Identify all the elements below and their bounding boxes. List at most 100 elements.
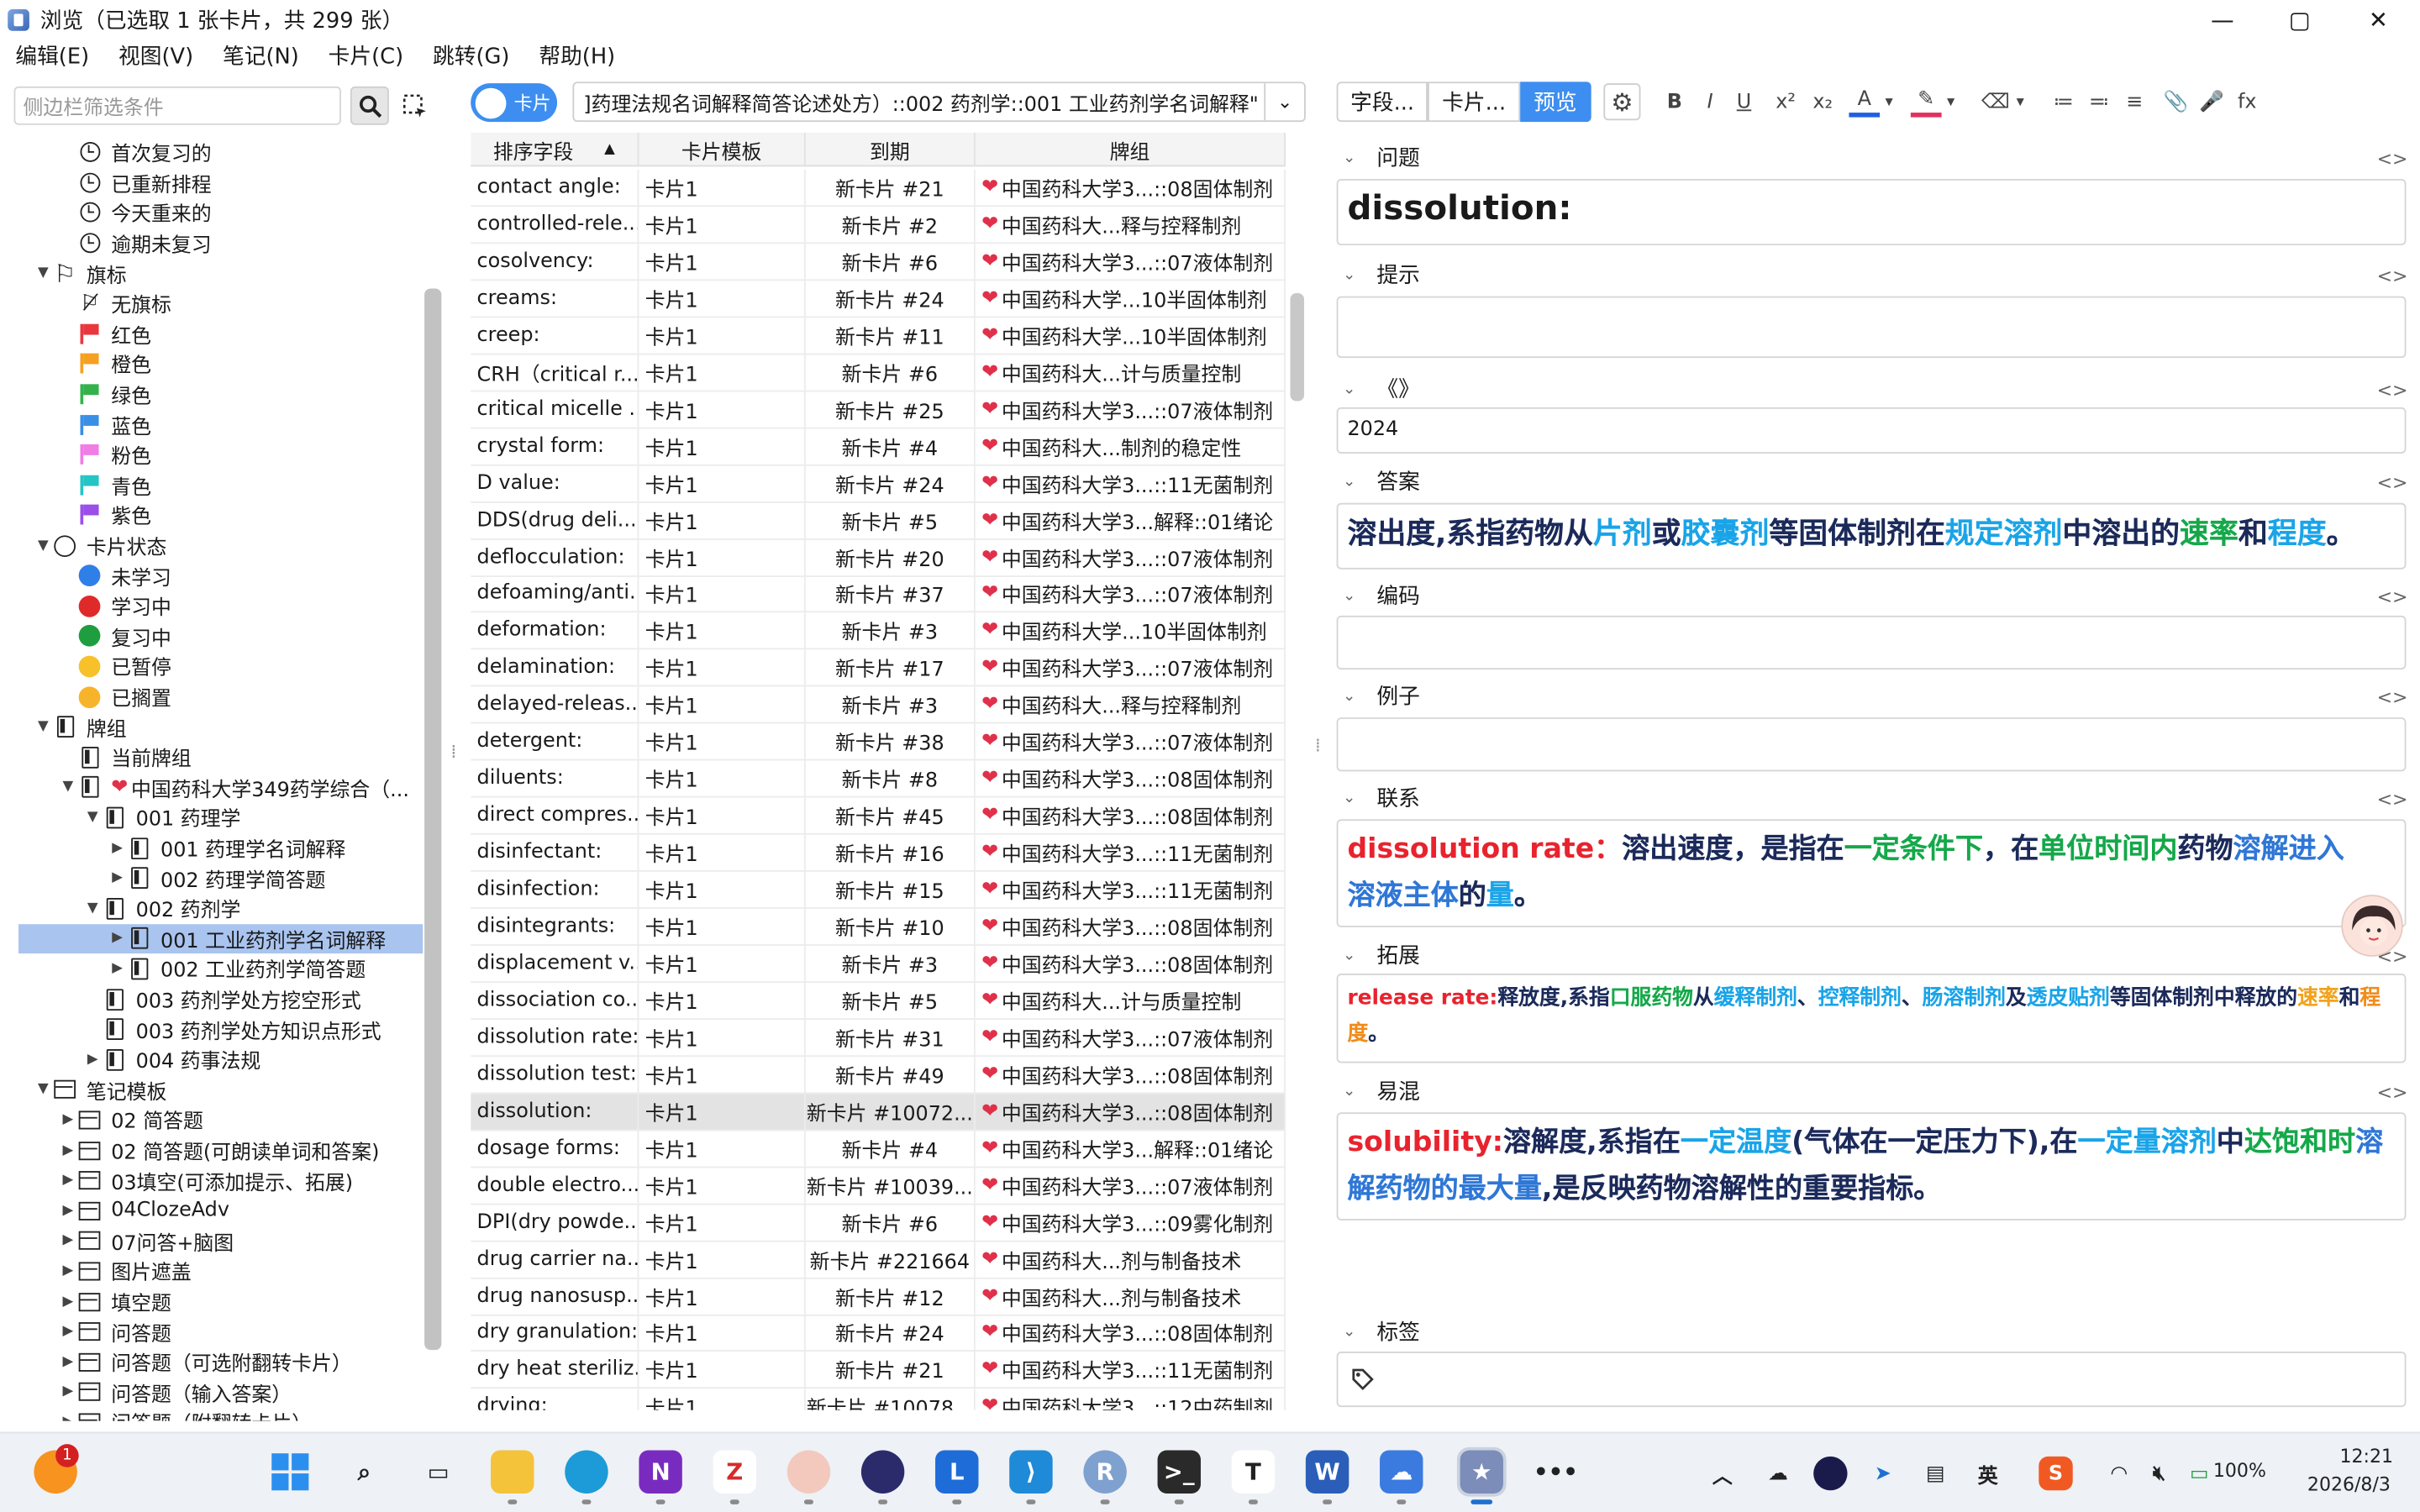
field-label-hint[interactable]: ⌄ 提示 bbox=[1343, 260, 1420, 291]
table-row[interactable]: DPI(dry powde... 卡片1 新卡片 #6 ❤ 中国药科大学3...::09… bbox=[471, 1203, 1286, 1242]
cards-notes-toggle[interactable]: 卡片 bbox=[471, 83, 558, 123]
html-toggle-icon[interactable]: <> bbox=[2377, 1082, 2408, 1104]
underline-icon[interactable]: U bbox=[1728, 87, 1760, 118]
field-label-answer[interactable]: ⌄ 答案 bbox=[1343, 466, 1420, 497]
clock-date[interactable]: 2026/8/3 bbox=[2307, 1473, 2391, 1495]
collapse-arrow-icon[interactable]: ▼ bbox=[83, 900, 102, 916]
collapse-arrow-icon[interactable]: ▼ bbox=[34, 719, 52, 734]
wifi-icon[interactable]: ◠ bbox=[2102, 1457, 2136, 1490]
table-row[interactable]: dry granulation: 卡片1 新卡片 #24 ❤ 中国药科大学3...::0… bbox=[471, 1314, 1286, 1352]
sidebar-item[interactable]: ▶ 填空题 bbox=[18, 1286, 423, 1316]
sidebar-item[interactable]: ▶ 07问答+脑图 bbox=[18, 1226, 423, 1256]
eraser-icon[interactable]: ⌫ bbox=[1981, 87, 2012, 118]
sidebar-item[interactable]: ▼ ⚐ 旗标 bbox=[18, 258, 423, 288]
table-row[interactable]: deflocculation: 卡片1 新卡片 #20 ❤ 中国药科大学3...::07… bbox=[471, 538, 1286, 577]
source-text[interactable]: 2024 bbox=[1338, 409, 2404, 451]
sidebar-item[interactable]: ▶ 004 药事法规 bbox=[18, 1044, 423, 1074]
expand-arrow-icon[interactable]: ▶ bbox=[83, 1052, 102, 1067]
attachment-icon[interactable]: 📎 bbox=[2160, 87, 2191, 118]
typora-icon[interactable]: T bbox=[1231, 1450, 1276, 1494]
sidebar-item[interactable]: ▶ 002 工业药剂学简答题 bbox=[18, 953, 423, 984]
sidebar-item[interactable]: 当前牌组 bbox=[18, 742, 423, 772]
vscode-icon[interactable]: ⟩ bbox=[1009, 1450, 1053, 1494]
expand-arrow-icon[interactable]: ▶ bbox=[59, 1233, 77, 1248]
expand-arrow-icon[interactable]: ▶ bbox=[59, 1142, 77, 1158]
sidebar-item[interactable]: ▶ 问答题（附翻转卡片） bbox=[18, 1407, 423, 1421]
table-row[interactable]: deformation: 卡片1 新卡片 #3 ❤ 中国药科大学...10半固体制剂 bbox=[471, 612, 1286, 650]
sidebar-item[interactable]: 复习中 bbox=[18, 621, 423, 651]
table-row[interactable]: disinfectant: 卡片1 新卡片 #16 ❤ 中国药科大学3...::11无菌… bbox=[471, 833, 1286, 872]
sidebar-item[interactable]: 已重新排程 bbox=[18, 167, 423, 197]
clipboard-icon[interactable]: ▤ bbox=[1918, 1457, 1952, 1490]
expand-arrow-icon[interactable]: ▶ bbox=[59, 1354, 77, 1369]
settings-gear-icon[interactable]: ⚙ bbox=[1603, 83, 1641, 121]
table-row[interactable]: D value: 卡片1 新卡片 #24 ❤ 中国药科大学3...::11无菌制剂 bbox=[471, 465, 1286, 503]
html-toggle-icon[interactable]: <> bbox=[2377, 380, 2408, 402]
chevron-down-icon[interactable]: ⌄ bbox=[1343, 687, 1365, 704]
sogou-icon[interactable]: S bbox=[2039, 1456, 2073, 1491]
sidebar-item[interactable]: ▶ 02 简答题(可朗读单词和答案) bbox=[18, 1135, 423, 1165]
table-row[interactable]: double electro... 卡片1 新卡片 #10039... ❤ 中国药科大学… bbox=[471, 1166, 1286, 1205]
sidebar-item[interactable]: ▶ 001 药理学名词解释 bbox=[18, 832, 423, 863]
chevron-down-icon[interactable]: ⌄ bbox=[1343, 1082, 1365, 1099]
column-deck[interactable]: 牌组 bbox=[976, 132, 1286, 167]
collapse-arrow-icon[interactable]: ▼ bbox=[34, 538, 52, 553]
expand-arrow-icon[interactable]: ▶ bbox=[59, 1203, 77, 1218]
sidebar-item[interactable]: ▶ 03填空(可添加提示、拓展) bbox=[18, 1165, 423, 1195]
chevron-down-icon[interactable]: ⌄ bbox=[1343, 473, 1365, 490]
table-row[interactable]: delayed-releas... 卡片1 新卡片 #3 ❤ 中国药科大...释与控释制… bbox=[471, 685, 1286, 724]
close-button[interactable]: ✕ bbox=[2341, 0, 2415, 39]
table-row[interactable]: cosolvency: 卡片1 新卡片 #6 ❤ 中国药科大学3...::07液体制剂 bbox=[471, 243, 1286, 281]
expand-arrow-icon[interactable]: ▶ bbox=[59, 1294, 77, 1309]
expand-arrow-icon[interactable]: ▶ bbox=[59, 1415, 77, 1420]
sidebar-item[interactable]: 青色 bbox=[18, 470, 423, 500]
table-row[interactable]: CRH（critical r... 卡片1 新卡片 #6 ❤ 中国药科大...计与质量控… bbox=[471, 354, 1286, 392]
splitter-handle[interactable]: ⁞ bbox=[1315, 734, 1321, 756]
search-icon[interactable]: ⌕ bbox=[343, 1451, 386, 1494]
send-icon[interactable]: ➤ bbox=[1866, 1457, 1900, 1490]
maximize-button[interactable]: ▢ bbox=[2263, 0, 2337, 39]
assistant-avatar[interactable] bbox=[2341, 895, 2403, 957]
table-row[interactable]: dissolution: 卡片1 新卡片 #10072... ❤ 中国药科大学3...:… bbox=[471, 1092, 1286, 1131]
file-explorer-icon[interactable] bbox=[491, 1450, 534, 1494]
start-menu-icon[interactable] bbox=[269, 1451, 312, 1494]
sidebar-item[interactable]: ▶ 02 简答题 bbox=[18, 1105, 423, 1135]
table-row[interactable]: disintegrants: 卡片1 新卡片 #10 ❤ 中国药科大学3...::08固… bbox=[471, 907, 1286, 946]
browser-search-combo[interactable]: ]药理法规名词解释简答论述处方）::002 药剂学::001 工业药剂学名词解释… bbox=[572, 81, 1306, 123]
table-row[interactable]: dry heat steriliz... 卡片1 新卡片 #21 ❤ 中国药科大学3..… bbox=[471, 1351, 1286, 1389]
onenote-icon[interactable]: N bbox=[639, 1450, 682, 1494]
relation-text[interactable]: dissolution rate：溶出速度，是指在一定条件下，在单位时间内药物溶… bbox=[1338, 821, 2404, 926]
expand-arrow-icon[interactable]: ▶ bbox=[59, 1112, 77, 1127]
highlight-icon[interactable]: ✎ bbox=[1910, 87, 1942, 118]
chevron-down-icon[interactable]: ⌄ bbox=[1343, 587, 1365, 604]
highlight-dropdown-icon[interactable]: ▾ bbox=[1942, 87, 1960, 118]
sidebar-item[interactable]: 已搁置 bbox=[18, 681, 423, 711]
sidebar-item[interactable]: ▼ 001 药理学 bbox=[18, 802, 423, 832]
tab-cards[interactable]: 卡片... bbox=[1428, 81, 1520, 123]
expand-arrow-icon[interactable]: ▶ bbox=[59, 1263, 77, 1278]
chevron-down-icon[interactable]: ⌄ bbox=[1343, 1323, 1365, 1340]
question-text[interactable]: dissolution: bbox=[1338, 181, 2404, 238]
collapse-arrow-icon[interactable]: ▼ bbox=[59, 780, 77, 795]
numbered-list-icon[interactable]: ≕ bbox=[2084, 87, 2115, 118]
input-method-icon[interactable]: 英 bbox=[1971, 1457, 2005, 1490]
field-example[interactable] bbox=[1336, 717, 2407, 772]
html-toggle-icon[interactable]: <> bbox=[2377, 789, 2408, 811]
sidebar-item[interactable]: 学习中 bbox=[18, 591, 423, 621]
sidebar-item[interactable]: 紫色 bbox=[18, 500, 423, 530]
field-label-code[interactable]: ⌄ 编码 bbox=[1343, 580, 1420, 612]
table-row[interactable]: creep: 卡片1 新卡片 #11 ❤ 中国药科大学...10半固体制剂 bbox=[471, 317, 1286, 355]
sidebar-item[interactable]: ▼ 牌组 bbox=[18, 711, 423, 742]
table-row[interactable]: drug nanosusp... 卡片1 新卡片 #12 ❤ 中国药科大...剂与制备技… bbox=[471, 1277, 1286, 1315]
chevron-down-icon[interactable]: ⌄ bbox=[1264, 83, 1304, 121]
field-label-relation[interactable]: ⌄ 联系 bbox=[1343, 782, 1420, 813]
expand-arrow-icon[interactable]: ▶ bbox=[108, 870, 127, 885]
lark-icon[interactable]: L bbox=[935, 1450, 979, 1494]
html-toggle-icon[interactable]: <> bbox=[2377, 472, 2408, 494]
chevron-down-icon[interactable]: ⌄ bbox=[1343, 947, 1365, 963]
chevron-down-icon[interactable]: ⌄ bbox=[1343, 381, 1365, 397]
browser-search-value[interactable]: ]药理法规名词解释简答论述处方）::002 药剂学::001 工业药剂学名词解释… bbox=[574, 87, 1264, 117]
table-row[interactable]: dissolution test: 卡片1 新卡片 #49 ❤ 中国药科大学3...::… bbox=[471, 1055, 1286, 1094]
volume-muted-icon[interactable]: 🔇︎ bbox=[2142, 1457, 2175, 1490]
cloud-app-icon[interactable]: ☁ bbox=[1380, 1450, 1423, 1494]
